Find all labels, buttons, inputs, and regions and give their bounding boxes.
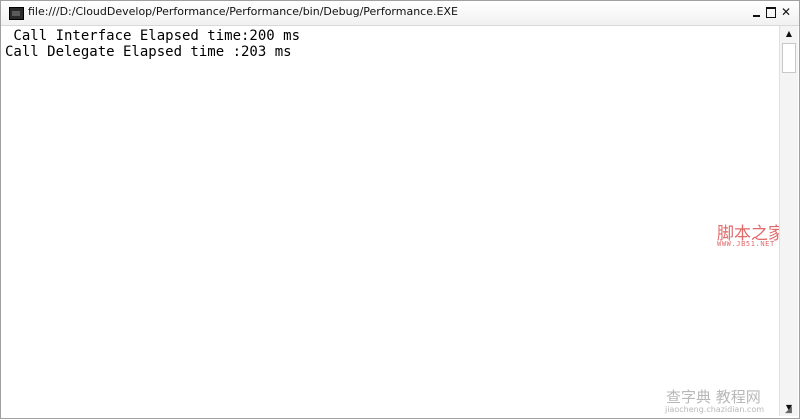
window-title: file:///D:/CloudDevelop/Performance/Perf…	[28, 5, 458, 18]
console-output[interactable]: Call Interface Elapsed time:200 ms Call …	[1, 26, 785, 416]
resize-grip-icon[interactable]: ◢	[785, 405, 795, 415]
vertical-scrollbar[interactable]: ▲ ▼	[779, 26, 798, 416]
console-line: Call Interface Elapsed time:200 ms	[5, 28, 301, 44]
scroll-thumb[interactable]	[782, 43, 796, 73]
close-button[interactable]: ✕	[779, 4, 793, 20]
console-app-icon[interactable]	[9, 7, 24, 20]
watermark-chazidian: 查字典 教程网	[666, 388, 761, 406]
watermark-jb51-url: WWW.JB51.NET	[717, 240, 775, 248]
maximize-icon	[766, 7, 776, 18]
watermark-chazidian-url: jiaocheng.chazidian.com	[665, 405, 765, 414]
minimize-button[interactable]	[750, 4, 764, 20]
minimize-icon	[753, 15, 760, 17]
close-icon: ✕	[780, 5, 792, 19]
console-window: file:///D:/CloudDevelop/Performance/Perf…	[0, 0, 800, 419]
maximize-button[interactable]	[764, 4, 778, 20]
console-line: Call Delegate Elapsed time :203 ms	[5, 44, 292, 60]
scroll-up-arrow-icon[interactable]: ▲	[780, 26, 798, 42]
title-bar[interactable]: file:///D:/CloudDevelop/Performance/Perf…	[1, 1, 799, 26]
